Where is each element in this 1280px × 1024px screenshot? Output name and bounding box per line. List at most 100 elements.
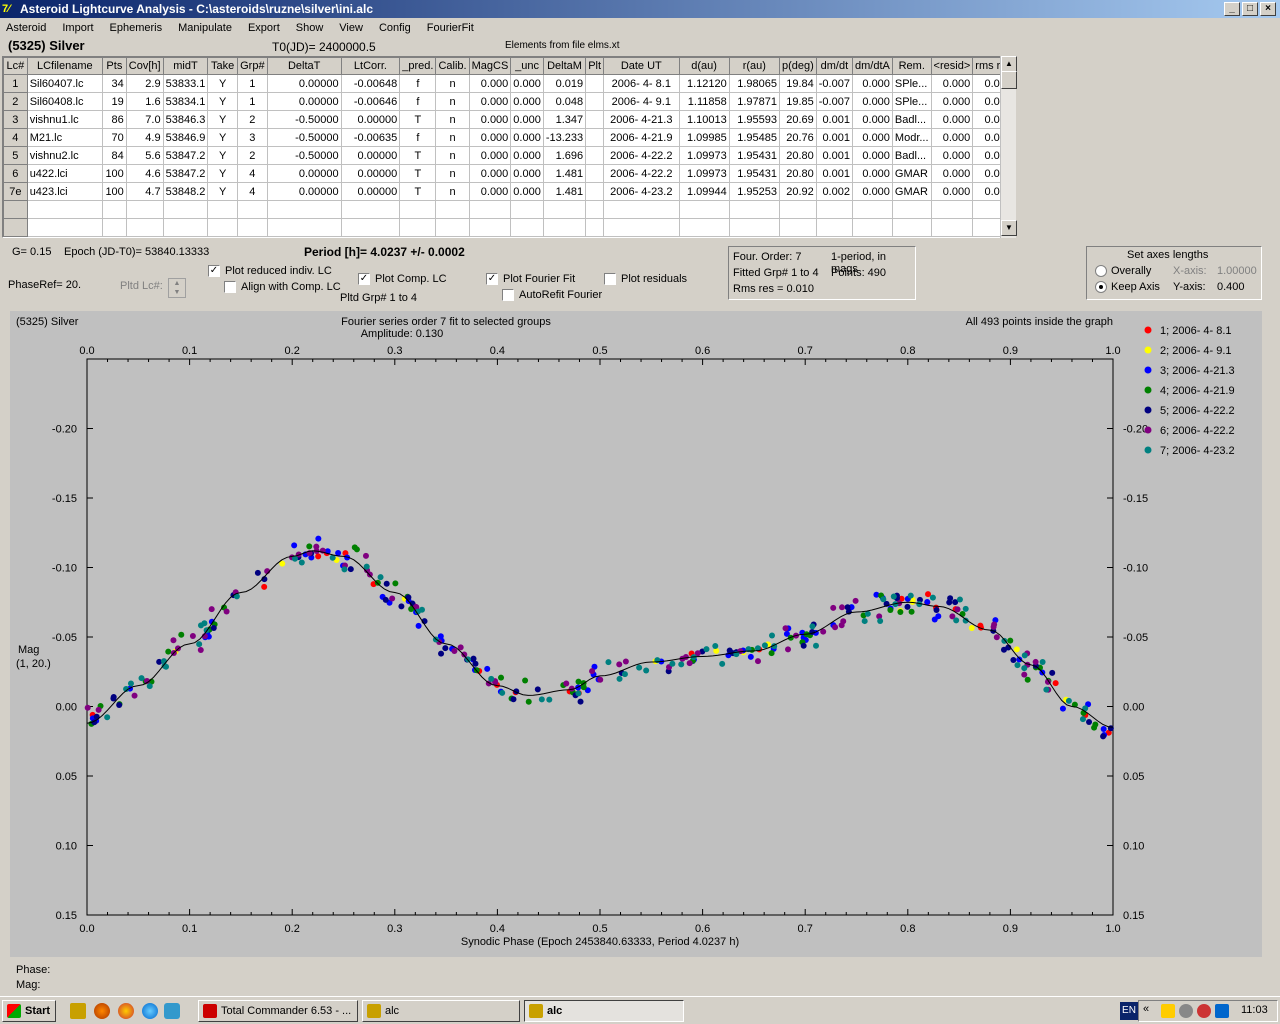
table-cell[interactable] [101,200,127,219]
table-cell[interactable]: 0.000 [851,128,893,147]
table-cell[interactable]: n [435,128,470,147]
lightcurve-plot[interactable]: (5325) Silver Fourier series order 7 fit … [10,311,1262,957]
row-header[interactable] [3,218,28,237]
table-cell[interactable]: 0.000 [468,164,512,183]
table-cell[interactable]: 0.000 [851,146,893,165]
table-cell[interactable] [778,218,817,237]
table-scrollbar[interactable]: ▲ ▼ [1000,56,1017,238]
table-cell[interactable]: 0.000 [510,146,544,165]
column-header[interactable]: _unc [510,57,544,75]
firefox-icon[interactable] [94,1003,110,1019]
table-cell[interactable] [678,218,730,237]
table-cell[interactable]: 100 [101,182,127,201]
column-header[interactable]: dm/dtA [851,57,893,75]
table-cell[interactable] [340,218,401,237]
menu-show[interactable]: Show [296,22,324,34]
table-cell[interactable]: 0.000 [468,92,512,111]
table-cell[interactable]: Y [207,92,238,111]
show-desktop-icon[interactable] [164,1003,180,1019]
table-cell[interactable]: 0.001 [815,146,853,165]
table-cell[interactable] [585,164,605,183]
column-header[interactable]: midT [162,57,209,75]
table-row[interactable]: 7e u423.lci 100 4.7 53848.2 Y 4 0.00000 0.00000 T… [3,182,1015,201]
table-cell[interactable]: T [399,164,437,183]
table-row[interactable] [3,218,1015,237]
table-cell[interactable]: GMAR [891,182,932,201]
table-cell[interactable]: 0.00000 [340,146,401,165]
table-cell[interactable]: n [435,164,470,183]
table-cell[interactable]: -0.50000 [266,128,342,147]
column-header[interactable]: LtCorr. [340,57,401,75]
task-alc-2[interactable]: alc [524,1000,684,1022]
row-header[interactable]: 1 [3,74,28,93]
table-cell[interactable]: Y [207,164,238,183]
table-cell[interactable]: 1.09973 [678,146,730,165]
table-cell[interactable]: T [399,146,437,165]
table-cell[interactable]: Y [207,146,238,165]
table-cell[interactable]: 0.000 [468,74,512,93]
row-header[interactable]: 2 [3,92,28,111]
row-header[interactable]: 5 [3,146,28,165]
column-header[interactable]: _pred. [399,57,437,75]
clock[interactable]: 11:03 [1241,1004,1268,1016]
table-cell[interactable]: T [399,110,437,129]
table-cell[interactable]: 53847.2 [162,164,209,183]
table-cell[interactable] [266,200,342,219]
table-cell[interactable]: 0.001 [815,164,853,183]
column-header[interactable]: DeltaM [542,57,587,75]
table-cell[interactable]: 20.76 [778,128,817,147]
table-cell[interactable]: 53833.1 [162,74,209,93]
table-cell[interactable]: 1.97871 [728,92,780,111]
volume-icon[interactable] [1179,1004,1193,1018]
table-cell[interactable]: 70 [101,128,127,147]
network-icon[interactable] [1215,1004,1229,1018]
table-cell[interactable]: 1.481 [542,164,587,183]
menu-import[interactable]: Import [62,22,93,34]
table-cell[interactable]: 0.000 [930,110,974,129]
language-indicator[interactable]: EN [1120,1002,1138,1020]
align-comp-checkbox[interactable]: Align with Comp. LC [224,281,341,294]
menu-manipulate[interactable]: Manipulate [178,22,232,34]
table-cell[interactable]: 3 [236,128,268,147]
table-cell[interactable] [585,218,605,237]
table-cell[interactable]: 53834.1 [162,92,209,111]
table-cell[interactable]: 1.98065 [728,74,780,93]
table-cell[interactable]: 0.00000 [266,92,342,111]
table-cell[interactable] [207,200,238,219]
table-cell[interactable]: 1.09944 [678,182,730,201]
table-cell[interactable]: 0.000 [930,128,974,147]
table-cell[interactable]: 1.95431 [728,164,780,183]
table-cell[interactable]: 1.696 [542,146,587,165]
table-cell[interactable]: SPle... [891,74,932,93]
column-header[interactable]: Rem. [891,57,932,75]
table-cell[interactable] [585,200,605,219]
table-cell[interactable] [236,200,268,219]
column-header[interactable]: Grp# [236,57,268,75]
table-cell[interactable]: 0.000 [930,74,974,93]
column-header[interactable]: Pts [101,57,127,75]
table-cell[interactable]: GMAR [891,164,932,183]
table-cell[interactable] [603,200,680,219]
table-cell[interactable]: 7.0 [125,110,164,129]
table-cell[interactable]: n [435,92,470,111]
table-row[interactable]: 6 u422.lci 100 4.6 53847.2 Y 4 0.00000 0.00000 Tn… [3,164,1015,183]
table-cell[interactable]: 1.11858 [678,92,730,111]
table-cell[interactable] [207,218,238,237]
task-total-commander[interactable]: Total Commander 6.53 - ... [198,1000,358,1022]
table-cell[interactable] [162,200,209,219]
table-cell[interactable] [585,128,605,147]
table-cell[interactable] [510,218,544,237]
menu-fourierfit[interactable]: FourierFit [427,22,474,34]
table-cell[interactable]: Y [207,110,238,129]
table-cell[interactable] [585,92,605,111]
table-cell[interactable]: 1.481 [542,182,587,201]
menu-ephemeris[interactable]: Ephemeris [110,22,163,34]
table-cell[interactable]: 20.80 [778,164,817,183]
column-header[interactable]: Lc# [3,57,28,75]
table-cell[interactable]: 0.000 [930,182,974,201]
table-cell[interactable] [101,218,127,237]
table-cell[interactable] [585,146,605,165]
tray-expand-icon[interactable]: « [1143,1003,1149,1015]
scroll-down-icon[interactable]: ▼ [1001,220,1017,236]
column-header[interactable]: r(au) [728,57,780,75]
